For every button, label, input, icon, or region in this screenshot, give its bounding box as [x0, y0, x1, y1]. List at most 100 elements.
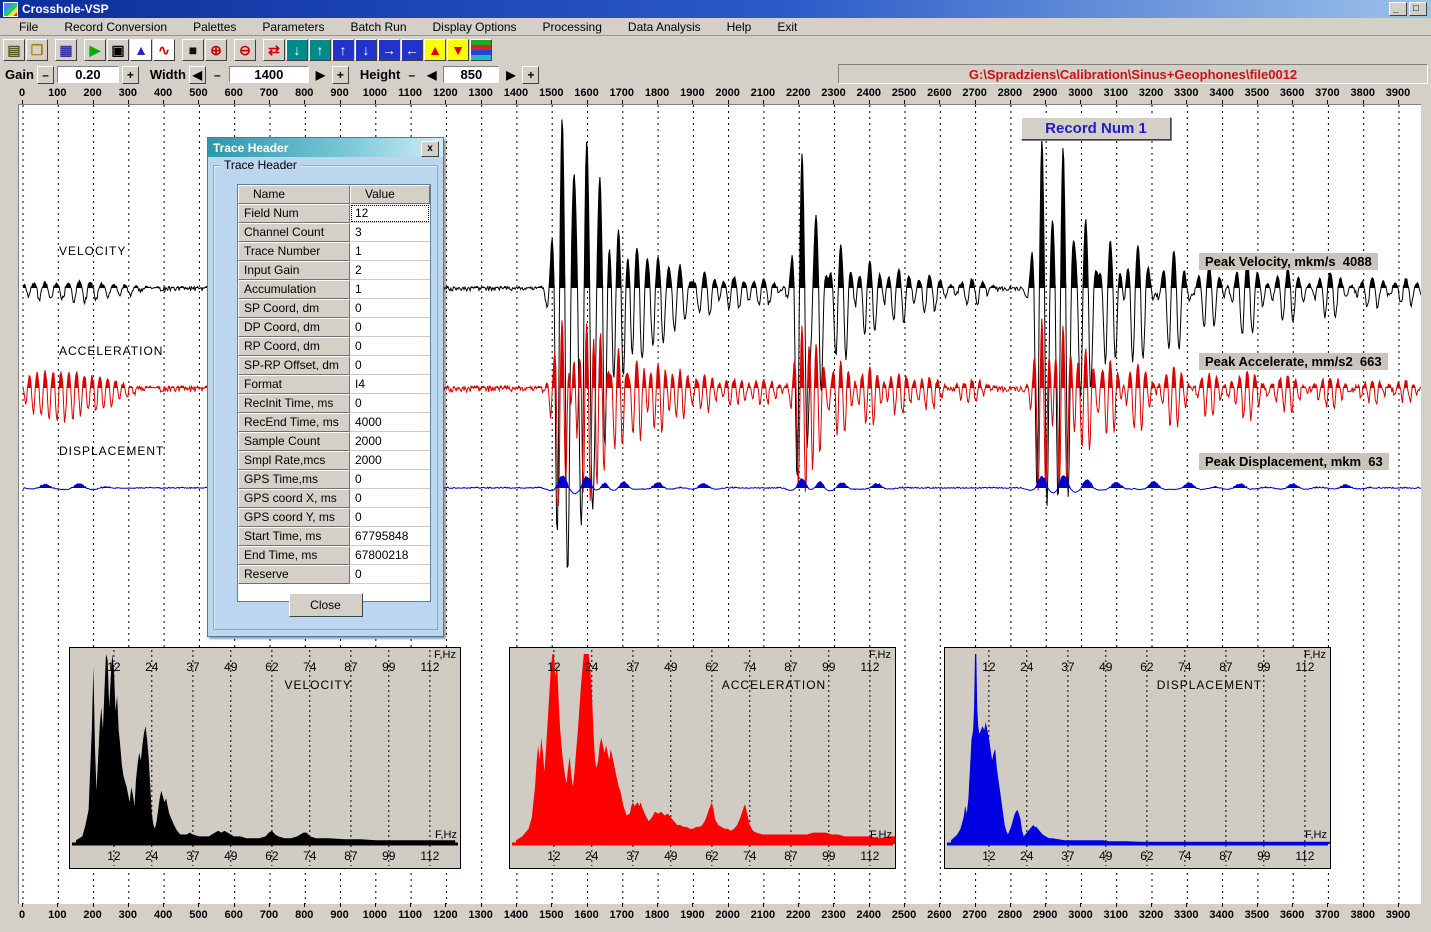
freq-tick-label: 62 [265, 849, 278, 863]
row-value[interactable]: 0 [350, 356, 430, 375]
amp-up-button[interactable]: ▲ [424, 39, 446, 61]
save-button[interactable]: ■ [182, 39, 204, 61]
freq-tick-label: 74 [1178, 660, 1191, 674]
table-row: Reserve0 [238, 565, 430, 584]
amp-down-button[interactable]: ▼ [447, 39, 469, 61]
play-button[interactable]: ▶ [84, 39, 106, 61]
move-right-button[interactable]: → [378, 39, 400, 61]
menu-item-parameters[interactable]: Parameters [249, 19, 337, 35]
row-value[interactable]: 0 [350, 508, 430, 527]
maximize-button[interactable]: □ [1409, 2, 1427, 16]
dialog-close-icon[interactable]: x [421, 141, 439, 157]
time-ruler-bottom: 0100200300400500600700800900100011001200… [0, 903, 1431, 925]
gain-increase-button[interactable]: + [122, 66, 139, 84]
row-value[interactable]: 0 [350, 318, 430, 337]
ruler-tick-mark [587, 903, 588, 907]
height-increase-button[interactable]: + [522, 66, 539, 84]
menu-item-data-analysis[interactable]: Data Analysis [615, 19, 714, 35]
save-record-button[interactable]: ▦ [55, 39, 77, 61]
palette-button[interactable] [470, 39, 492, 61]
stop-icon: ▣ [111, 42, 124, 59]
row-value[interactable]: 2000 [350, 451, 430, 470]
row-value[interactable]: 2000 [350, 432, 430, 451]
move-down-button[interactable]: ↓ [355, 39, 377, 61]
row-value[interactable]: 12 [350, 204, 430, 223]
column-header-value: Value [350, 185, 430, 204]
height-decrease-button[interactable]: – [403, 66, 420, 84]
height-value[interactable]: 850 [443, 66, 499, 83]
row-name: Input Gain [238, 261, 350, 280]
new-file-button[interactable]: ▤ [3, 39, 25, 61]
row-value[interactable]: 67795848 [350, 527, 430, 546]
ruler-label: 400 [154, 87, 172, 99]
ruler-label: 2600 [927, 87, 951, 99]
width-increase-button[interactable]: + [332, 66, 349, 84]
height-scroll-right-button[interactable]: ▶ [502, 66, 519, 84]
menu-item-exit[interactable]: Exit [764, 19, 810, 35]
ruler-label: 2400 [857, 909, 881, 921]
ruler-label: 1800 [645, 87, 669, 99]
width-scroll-right-button[interactable]: ▶ [312, 66, 329, 84]
waveform-button[interactable]: ∿ [153, 39, 175, 61]
gain-decrease-button[interactable]: – [37, 66, 54, 84]
close-button[interactable]: Close [289, 593, 363, 617]
ruler-label: 600 [225, 909, 243, 921]
dialog-title-bar[interactable]: Trace Header [208, 138, 443, 157]
row-value[interactable]: 1 [350, 280, 430, 299]
toolbar: ▤❐▦▶▣▲∿■⊕⊖⇄↓↑↑↓→←▲▼ [0, 37, 1431, 63]
ruler-tick-mark [869, 903, 870, 907]
row-value[interactable]: 67800218 [350, 546, 430, 565]
zoom-out-button[interactable]: ⊖ [234, 39, 256, 61]
menu-item-record-conversion[interactable]: Record Conversion [51, 19, 180, 35]
swap-traces-button[interactable]: ⇄ [263, 39, 285, 61]
row-value[interactable]: 3 [350, 223, 430, 242]
shift-down-button[interactable]: ↓ [286, 39, 308, 61]
stop-button[interactable]: ▣ [107, 39, 129, 61]
width-decrease-button[interactable]: – [209, 66, 226, 84]
menu-item-display-options[interactable]: Display Options [420, 19, 530, 35]
row-value[interactable]: 0 [350, 337, 430, 356]
row-value[interactable]: 0 [350, 470, 430, 489]
row-value[interactable]: 1 [350, 242, 430, 261]
row-value[interactable]: 2 [350, 261, 430, 280]
menu-item-file[interactable]: File [6, 19, 51, 35]
waveform-icon: ∿ [158, 42, 170, 59]
row-name: Channel Count [238, 223, 350, 242]
freq-tick-label: 87 [784, 660, 797, 674]
row-value[interactable]: 4000 [350, 413, 430, 432]
ruler-label: 0 [19, 909, 25, 921]
dialog-title: Trace Header [213, 141, 288, 155]
histogram-button[interactable]: ▲ [130, 39, 152, 61]
zoom-in-button[interactable]: ⊕ [205, 39, 227, 61]
ruler-label: 2400 [857, 87, 881, 99]
freq-tick-label: 37 [1061, 660, 1074, 674]
freq-tick-label: 62 [1140, 849, 1153, 863]
gain-value[interactable]: 0.20 [57, 66, 119, 83]
title-bar: Crosshole-VSP _ □ [0, 0, 1431, 18]
move-up-button[interactable]: ↑ [332, 39, 354, 61]
menu-item-palettes[interactable]: Palettes [180, 19, 249, 35]
ruler-label: 1100 [398, 87, 422, 99]
width-scroll-left-button[interactable]: ◀ [189, 66, 206, 84]
row-value[interactable]: 0 [350, 489, 430, 508]
row-value[interactable]: 0 [350, 565, 430, 584]
trace-label-displacement: DISPLACEMENT [59, 444, 164, 458]
minimize-button[interactable]: _ [1389, 2, 1407, 16]
menu-item-batch-run[interactable]: Batch Run [337, 19, 419, 35]
shift-up-button[interactable]: ↑ [309, 39, 331, 61]
table-header-row: Name Value [238, 185, 430, 204]
row-value[interactable]: 0 [350, 394, 430, 413]
row-value[interactable]: I4 [350, 375, 430, 394]
freq-tick-label: 24 [145, 849, 158, 863]
ruler-tick-mark [833, 903, 834, 907]
width-value[interactable]: 1400 [229, 66, 309, 83]
ruler-label: 2700 [962, 909, 986, 921]
row-value[interactable]: 0 [350, 299, 430, 318]
height-scroll-left-button[interactable]: ◀ [423, 66, 440, 84]
move-left-button[interactable]: ← [401, 39, 423, 61]
spectrum-box-acceleration: F,HzF,HzACCELERATION12122424373749496262… [509, 647, 896, 869]
menu-item-help[interactable]: Help [714, 19, 765, 35]
move-up-icon: ↑ [340, 42, 347, 58]
open-file-button[interactable]: ❐ [26, 39, 48, 61]
menu-item-processing[interactable]: Processing [530, 19, 615, 35]
